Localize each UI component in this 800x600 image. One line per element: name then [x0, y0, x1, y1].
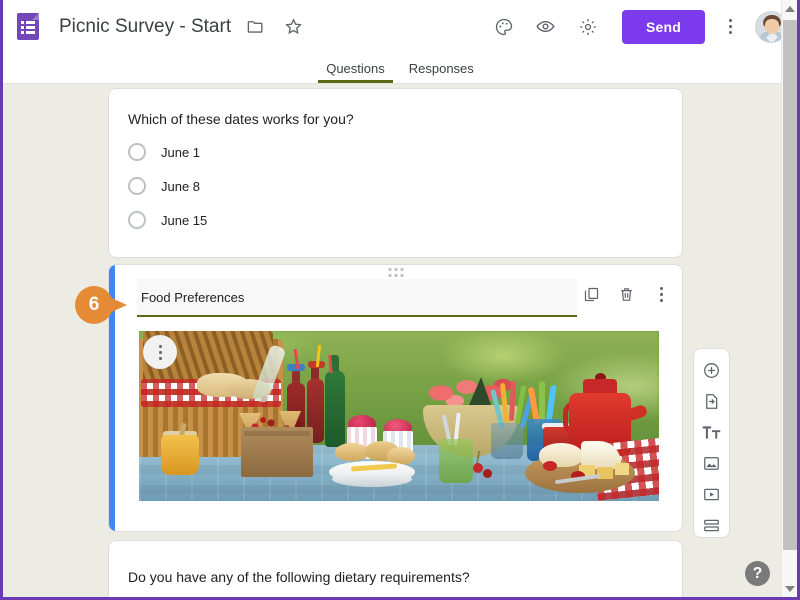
- title-input-value: Food Preferences: [141, 289, 245, 305]
- form-canvas: Which of these dates works for you? June…: [3, 84, 781, 597]
- question-card-dietary[interactable]: Do you have any of the following dietary…: [108, 540, 683, 597]
- question-card-dates[interactable]: Which of these dates works for you? June…: [108, 88, 683, 258]
- eye-icon[interactable]: [532, 13, 560, 41]
- vertical-scrollbar[interactable]: [781, 0, 797, 597]
- star-icon[interactable]: [279, 13, 307, 41]
- more-vertical-icon[interactable]: [650, 283, 672, 305]
- add-question-icon[interactable]: [699, 358, 724, 382]
- picnic-photo: [139, 331, 659, 501]
- palette-icon[interactable]: [490, 13, 518, 41]
- option-label: June 15: [161, 212, 208, 228]
- question-text: Do you have any of the following dietary…: [128, 569, 470, 585]
- option-row[interactable]: June 15: [109, 211, 682, 229]
- folder-icon[interactable]: [241, 13, 269, 41]
- title-input[interactable]: Food Preferences: [137, 279, 577, 317]
- drag-handle[interactable]: [388, 268, 403, 277]
- duplicate-icon[interactable]: [580, 283, 602, 305]
- gear-icon[interactable]: [574, 13, 602, 41]
- more-vertical-icon[interactable]: [717, 13, 743, 41]
- add-video-icon[interactable]: [699, 482, 724, 506]
- google-forms-icon: [17, 13, 39, 40]
- radio-icon[interactable]: [128, 143, 146, 161]
- scrollbar-thumb[interactable]: [783, 20, 797, 550]
- add-title-icon[interactable]: [699, 420, 724, 444]
- option-label: June 1: [161, 144, 201, 160]
- question-image[interactable]: [139, 331, 659, 501]
- card-action-bar: [580, 283, 672, 305]
- option-label: June 8: [161, 178, 201, 194]
- option-row[interactable]: June 1: [109, 143, 682, 161]
- callout-badge-6: 6: [75, 286, 127, 324]
- send-button[interactable]: Send: [621, 9, 705, 44]
- header-actions: Send: [476, 9, 787, 44]
- scroll-down-arrow[interactable]: [782, 580, 797, 597]
- google-forms-window: Picnic Survey - Start Send Questions Res…: [0, 0, 800, 600]
- add-image-icon[interactable]: [699, 451, 724, 475]
- page-title[interactable]: Picnic Survey - Start: [59, 16, 231, 38]
- add-section-icon[interactable]: [699, 513, 724, 537]
- add-item-toolbar: [693, 348, 730, 538]
- question-card-food-preferences[interactable]: Food Preferences: [108, 264, 683, 532]
- question-text: Which of these dates works for you?: [128, 111, 354, 127]
- tab-bar: Questions Responses: [3, 53, 797, 84]
- scroll-up-arrow[interactable]: [782, 0, 797, 17]
- radio-icon[interactable]: [128, 211, 146, 229]
- tab-questions[interactable]: Questions: [314, 61, 397, 83]
- callout-number: 6: [88, 294, 100, 315]
- image-options-button[interactable]: [143, 335, 177, 369]
- trash-icon[interactable]: [615, 283, 637, 305]
- option-row[interactable]: June 8: [109, 177, 682, 195]
- radio-icon[interactable]: [128, 177, 146, 195]
- tab-responses[interactable]: Responses: [397, 61, 486, 83]
- import-questions-icon[interactable]: [699, 389, 724, 413]
- help-button[interactable]: ?: [745, 561, 770, 586]
- app-header: Picnic Survey - Start Send: [3, 0, 797, 53]
